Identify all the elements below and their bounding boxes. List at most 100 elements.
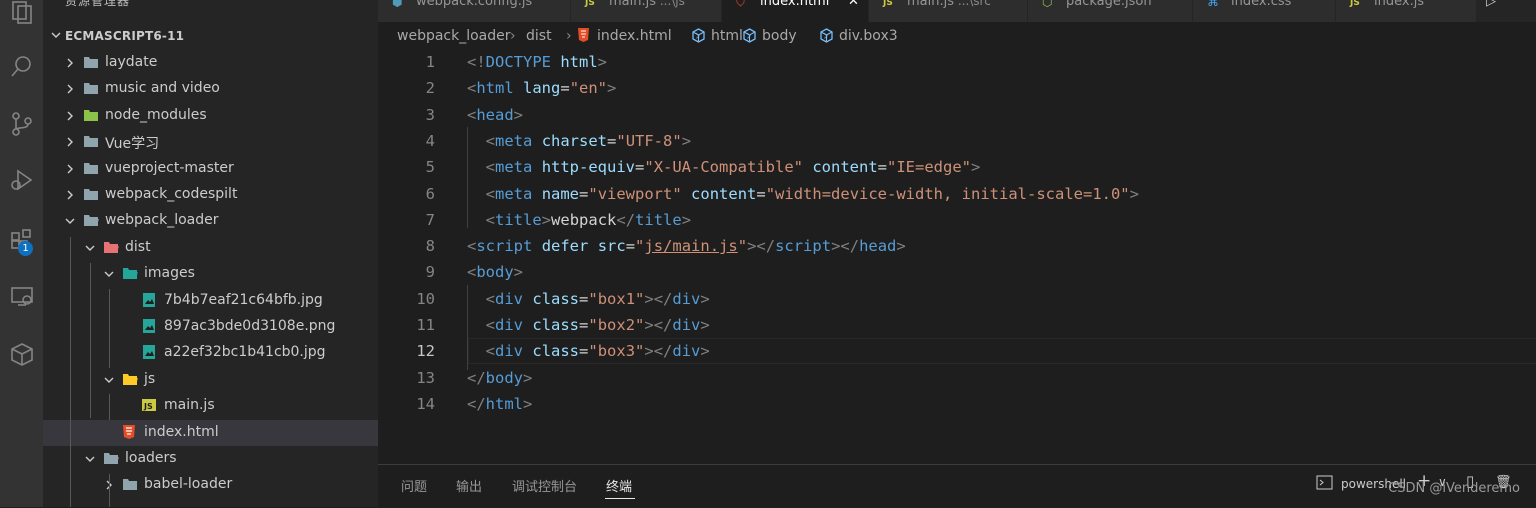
code-token: class <box>532 316 580 334</box>
code-token: "viewport" <box>588 184 682 203</box>
tree-item[interactable]: babel-loader <box>43 472 378 498</box>
active-tab-indicator <box>605 498 635 499</box>
code-editor[interactable]: 1 <!DOCTYPE html> 2 <html lang="en"> 3 <head>… <box>378 48 1536 464</box>
tree-item[interactable]: music and video <box>43 76 378 102</box>
code-line[interactable]: 6 <meta name="viewport" content="width=d… <box>378 181 1536 207</box>
more-actions-icon[interactable]: ··· <box>342 0 358 6</box>
run-icon[interactable]: ▷ <box>1486 0 1496 9</box>
tree-item-label: main.js <box>164 397 215 414</box>
code-line[interactable]: 1 <!DOCTYPE html> <box>378 49 1536 75</box>
code-token: ></ <box>831 237 860 256</box>
code-token: = <box>625 237 636 256</box>
code-line[interactable]: 3 <head> <box>378 102 1536 128</box>
tree-item[interactable]: vueproject-master <box>43 156 378 182</box>
code-text: <div class="box3"></div> <box>467 342 710 360</box>
code-token: "UTF-8" <box>616 131 682 150</box>
breadcrumb-item[interactable]: body <box>762 28 797 44</box>
tab-output[interactable]: 输出 <box>456 476 482 495</box>
breadcrumb-item[interactable]: index.html <box>597 28 672 44</box>
tree-item[interactable]: dist <box>43 235 378 261</box>
code-token: > <box>513 263 524 282</box>
tab-index-css[interactable]: ⌘ index.css <box>1193 0 1336 22</box>
breadcrumb-item[interactable]: html <box>711 28 743 44</box>
code-line[interactable]: 7 <title>webpack</title> <box>378 207 1536 233</box>
symbol-icon <box>819 28 834 47</box>
code-token: http-equiv <box>541 158 636 177</box>
tab-index-html[interactable]: ⛉ index.html ✕ <box>722 0 869 22</box>
tree-item[interactable]: webpack_codespilt <box>43 182 378 208</box>
line-number: 2 <box>425 79 435 98</box>
workspace-section-header[interactable]: ECMASCRIPT6-11 <box>43 27 378 45</box>
extensions-badge: 1 <box>18 241 33 256</box>
tree-item[interactable]: Vue学习 <box>43 129 378 155</box>
tree-item[interactable]: node_modules <box>43 103 378 129</box>
code-line[interactable]: 11 <div class="box2"></div> <box>378 312 1536 338</box>
code-token: body <box>476 263 514 282</box>
code-token: > <box>541 210 552 229</box>
tree-item[interactable]: webpack_loader <box>43 208 378 234</box>
tree-item[interactable]: JS main.js <box>43 393 378 419</box>
code-token: = <box>560 79 570 98</box>
tree-item[interactable]: 897ac3bde0d3108e.png <box>43 314 378 340</box>
tree-item[interactable]: images <box>43 261 378 287</box>
tree-item[interactable]: 7b4b7eaf21c64bfb.jpg <box>43 288 378 314</box>
code-line[interactable]: 2 <html lang="en"> <box>378 75 1536 101</box>
tab-debug-console[interactable]: 调试控制台 <box>512 476 577 495</box>
package-icon[interactable] <box>0 334 43 374</box>
tree-item[interactable]: a22ef32bc1b41cb0.jpg <box>43 340 378 366</box>
tab-path-hint: ...\src <box>954 0 991 8</box>
code-token: defer <box>541 237 589 256</box>
tree-item[interactable]: loaders <box>43 446 378 472</box>
close-icon[interactable]: ✕ <box>848 0 859 9</box>
code-token: webpack <box>551 210 617 229</box>
code-token: = <box>635 158 645 177</box>
code-line[interactable]: 9 <body> <box>378 259 1536 285</box>
tab-index-js[interactable]: JS index.js <box>1336 0 1477 22</box>
tree-item-label: index.html <box>144 423 219 440</box>
code-token: < <box>485 210 496 229</box>
code-token: < <box>467 263 477 282</box>
code-token: script <box>775 237 832 256</box>
tree-item[interactable]: index.html <box>43 419 378 446</box>
tab-problems[interactable]: 问题 <box>401 476 427 495</box>
code-text: <body> <box>467 263 523 281</box>
run-debug-icon[interactable] <box>0 160 43 200</box>
tree-item-label: webpack_codespilt <box>105 186 238 202</box>
code-line[interactable]: 13 </body> <box>378 365 1536 391</box>
code-line[interactable]: 4 <meta charset="UTF-8"> <box>378 128 1536 154</box>
code-token: < <box>467 105 477 124</box>
code-line[interactable]: 12 <div class="box3"></div> <box>378 338 1536 365</box>
breadcrumb-item[interactable]: dist <box>526 28 552 44</box>
remote-explorer-icon[interactable] <box>0 276 43 316</box>
code-token: = <box>877 158 888 177</box>
source-control-icon[interactable] <box>0 104 43 144</box>
tab-label: main.js ...\src <box>907 0 991 9</box>
tab-label: main.js ...\js <box>609 0 685 9</box>
tab-main-js[interactable]: JS main.js ...\src <box>869 0 1028 22</box>
tree-item[interactable]: js <box>43 367 378 393</box>
tab-webpack-config-js[interactable]: ⬢ webpack.config.js <box>378 0 571 22</box>
indent-guide <box>90 263 91 418</box>
explorer-icon[interactable] <box>0 0 43 32</box>
code-line[interactable]: 8 <script defer src="js/main.js"></script… <box>378 233 1536 259</box>
search-icon[interactable] <box>0 46 43 86</box>
tree-item[interactable]: laydate <box>43 50 378 76</box>
code-token: > <box>700 316 710 334</box>
breadcrumb-item[interactable]: div.box3 <box>839 28 898 44</box>
code-line[interactable]: 14 </html> <box>378 391 1536 417</box>
breadcrumb-item[interactable]: webpack_loader <box>397 28 511 44</box>
tab-package-json[interactable]: ⬡ package.json <box>1028 0 1193 22</box>
line-number: 3 <box>425 105 435 124</box>
chevron-right-icon <box>67 111 73 121</box>
tab-terminal[interactable]: 终端 <box>606 476 632 495</box>
code-token: "box1" <box>588 289 645 308</box>
code-token: "box2" <box>588 316 645 334</box>
tree-item-label: 7b4b7eaf21c64bfb.jpg <box>164 291 323 308</box>
code-line[interactable]: 10 <div class="box1"></div> <box>378 286 1536 312</box>
tab-main-js[interactable]: JS main.js ...\js <box>571 0 722 22</box>
code-token: meta <box>495 184 533 203</box>
code-line[interactable]: 5 <meta http-equiv="X-UA-Compatible" con… <box>378 154 1536 180</box>
